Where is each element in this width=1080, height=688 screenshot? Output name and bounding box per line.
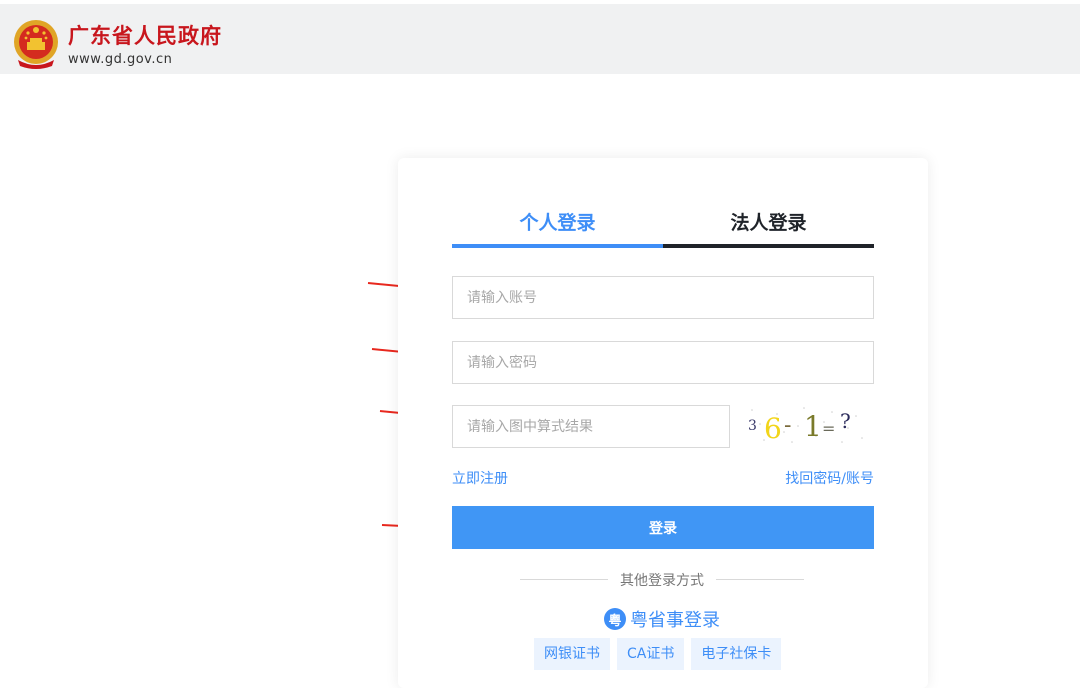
svg-text:6: 6 [764, 412, 782, 445]
site-title[interactable]: 广东省人民政府 [68, 20, 222, 50]
social-security-card-button[interactable]: 电子社保卡 [691, 638, 782, 670]
svg-text:?: ? [840, 409, 851, 433]
login-tabs: 个人登录 法人登录 [452, 208, 874, 248]
login-button[interactable]: 登录 [452, 506, 874, 549]
alt-login-methods: 网银证书 CA证书 电子社保卡 [534, 638, 788, 670]
account-input[interactable] [452, 276, 874, 319]
password-input[interactable] [452, 341, 874, 384]
svg-text:=: = [822, 419, 835, 438]
yueshengshi-label: 粤省事登录 [630, 610, 720, 631]
national-emblem-icon [14, 20, 58, 69]
tab-corporate-login[interactable]: 法人登录 [663, 208, 874, 248]
svg-text:1: 1 [804, 410, 822, 443]
site-url[interactable]: www.gd.gov.cn [68, 52, 172, 67]
other-methods-divider: 其他登录方式 [520, 570, 804, 589]
login-card: 个人登录 法人登录 3 6 - 1 = ? 立即注册 找回密码/账号 登录 其他… [398, 158, 928, 688]
divider-line [716, 579, 804, 580]
yueshengshi-login[interactable]: 粤 粤省事登录 [604, 606, 720, 632]
captcha-image[interactable]: 3 6 - 1 = ? [744, 402, 868, 448]
site-header: 广东省人民政府 www.gd.gov.cn [0, 0, 1080, 74]
other-methods-label: 其他登录方式 [620, 573, 704, 589]
svg-text:3: 3 [748, 418, 757, 434]
bank-certificate-button[interactable]: 网银证书 [534, 638, 610, 670]
captcha-input[interactable] [452, 405, 730, 448]
find-account-link[interactable]: 找回密码/账号 [785, 468, 874, 488]
tab-personal-login[interactable]: 个人登录 [452, 208, 663, 248]
ca-certificate-button[interactable]: CA证书 [617, 638, 685, 670]
yueshengshi-icon: 粤 [604, 608, 626, 630]
register-link[interactable]: 立即注册 [452, 468, 508, 488]
svg-text:-: - [784, 413, 791, 438]
